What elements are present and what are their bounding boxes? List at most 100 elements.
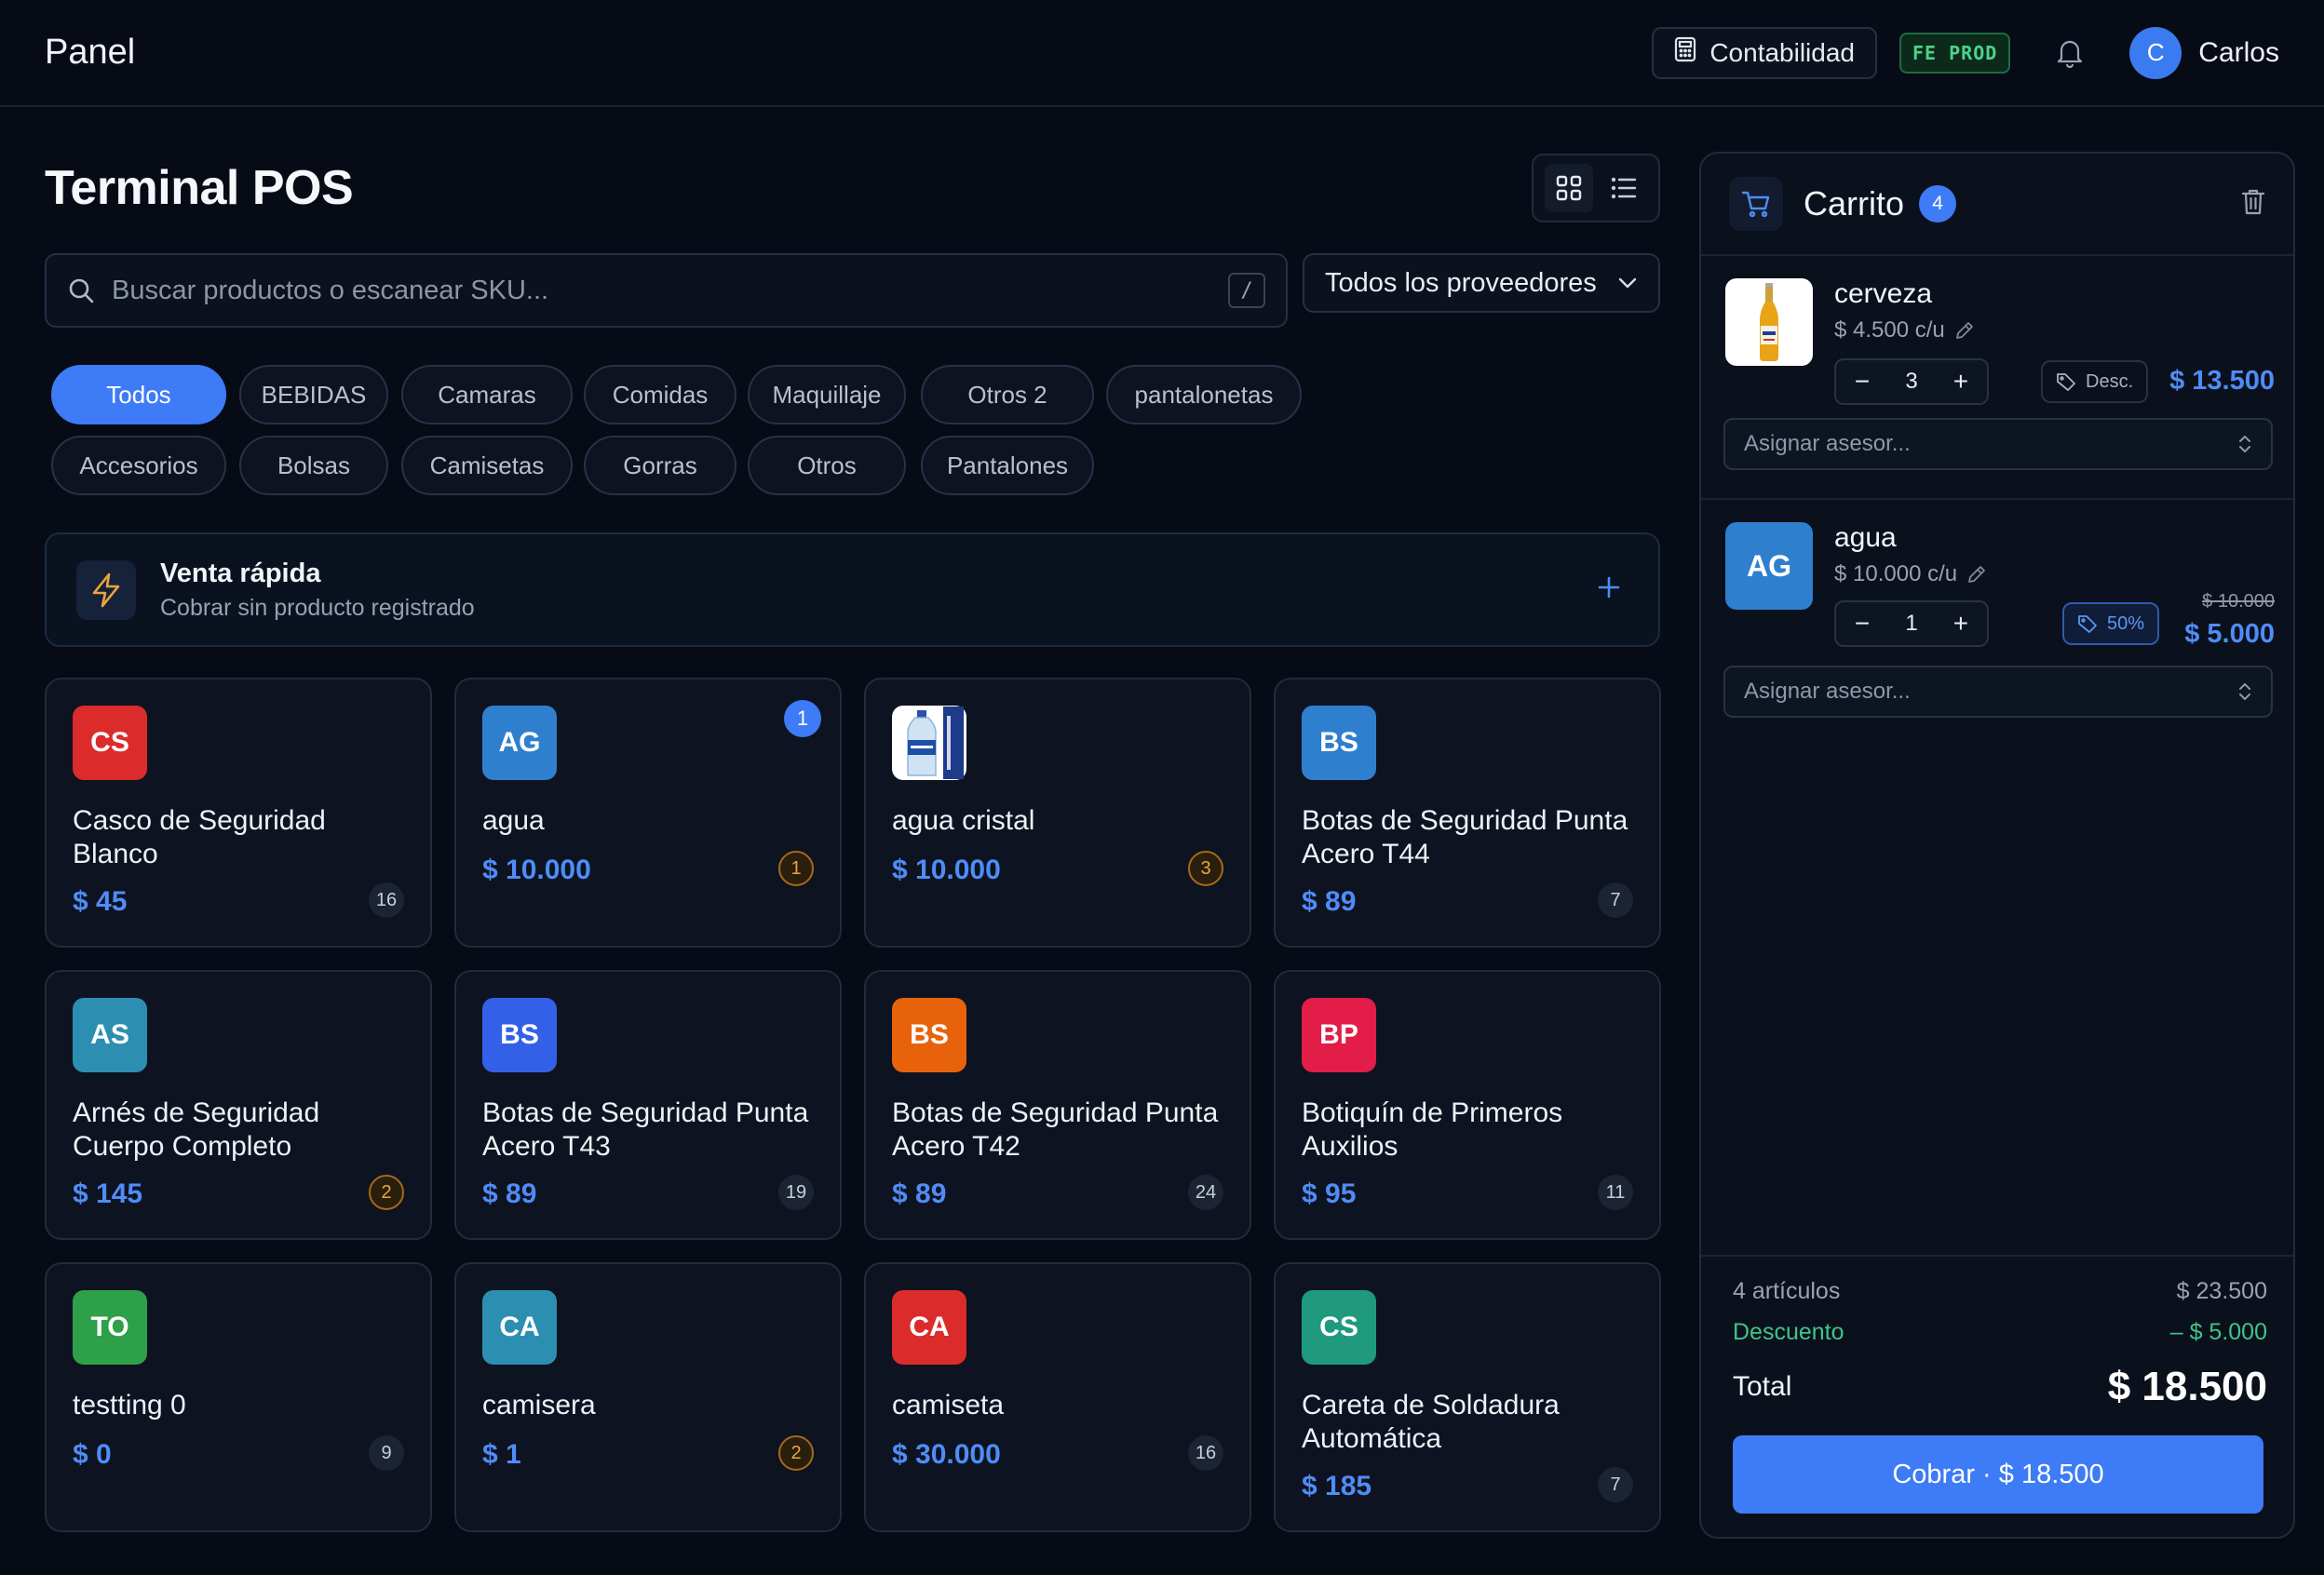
- cart-item-unit-price-text: $ 4.500 c/u: [1834, 317, 1945, 343]
- trash-icon[interactable]: [2241, 188, 2265, 221]
- total-label: Total: [1733, 1371, 1792, 1402]
- edit-price-icon[interactable]: [1954, 320, 1975, 341]
- product-name: Casco de Seguridad Blanco: [73, 805, 326, 869]
- grid-view-button[interactable]: [1544, 164, 1593, 212]
- category-chip-camisetas[interactable]: Camisetas: [401, 436, 573, 495]
- product-card[interactable]: agua cristal $ 10.000 3: [864, 678, 1251, 948]
- stock-badge: 11: [1598, 1175, 1633, 1210]
- product-card[interactable]: TO testting 0 $ 0 9: [45, 1262, 432, 1532]
- product-name: Careta de Soldadura Automática: [1302, 1390, 1560, 1454]
- product-avatar: BS: [1302, 706, 1376, 780]
- product-avatar: AS: [73, 998, 147, 1072]
- category-chip-accesorios[interactable]: Accesorios: [51, 436, 226, 495]
- product-avatar: BS: [892, 998, 966, 1072]
- advisor-select[interactable]: Asignar asesor...: [1723, 418, 2273, 470]
- product-avatar: CS: [73, 706, 147, 780]
- category-chip-otros[interactable]: Otros: [748, 436, 906, 495]
- decrement-button[interactable]: −: [1849, 609, 1875, 639]
- top-bar: Panel Contabilidad FE PROD C Carlos: [0, 0, 2324, 107]
- cart-item-unit-price: $ 4.500 c/u: [1834, 317, 1975, 343]
- pay-button[interactable]: Cobrar · $ 18.500: [1733, 1435, 2263, 1514]
- product-card[interactable]: BS Botas de Seguridad Punta Acero T42 $ 89…: [864, 970, 1251, 1240]
- cart-item-total: $ 13.500: [2169, 366, 2275, 396]
- product-card[interactable]: CS Casco de Seguridad Blanco $ 45 16: [45, 678, 432, 948]
- edit-price-icon[interactable]: [1966, 564, 1987, 585]
- increment-button[interactable]: +: [1948, 367, 1974, 397]
- product-name: agua: [482, 805, 545, 836]
- discount-row: Descuento – $ 5.000: [1733, 1319, 2267, 1346]
- category-chip-todos[interactable]: Todos: [51, 365, 226, 424]
- category-chip-pantalonetas[interactable]: pantalonetas: [1106, 365, 1302, 424]
- product-name: Botas de Seguridad Punta Acero T42: [892, 1097, 1219, 1162]
- product-card[interactable]: AG 1 agua $ 10.000 1: [454, 678, 842, 948]
- user-menu[interactable]: C Carlos: [2129, 26, 2279, 79]
- subtotal-value: $ 23.500: [2176, 1278, 2267, 1304]
- search-input[interactable]: [112, 275, 1228, 306]
- category-chip-pantalones[interactable]: Pantalones: [921, 436, 1094, 495]
- product-price: $ 45: [73, 886, 128, 917]
- category-chip-maquillaje[interactable]: Maquillaje: [748, 365, 906, 424]
- category-chip-otros-2[interactable]: Otros 2: [921, 365, 1094, 424]
- product-card[interactable]: AS Arnés de Seguridad Cuerpo Completo $ 14…: [45, 970, 432, 1240]
- product-avatar: CA: [892, 1290, 966, 1365]
- product-price: $ 89: [1302, 886, 1357, 917]
- discount-button[interactable]: Desc.: [2041, 360, 2149, 403]
- total-value: $ 18.500: [2107, 1364, 2267, 1409]
- product-initials: CS: [1319, 1312, 1358, 1342]
- product-card[interactable]: CA camiseta $ 30.000 16: [864, 1262, 1251, 1532]
- stock-badge: 16: [1188, 1435, 1223, 1471]
- search-icon: [69, 278, 94, 303]
- chevron-updown-icon: [2239, 683, 2250, 700]
- product-card[interactable]: CS Careta de Soldadura Automática $ 185 7: [1274, 1262, 1661, 1532]
- product-initials: CS: [90, 727, 129, 758]
- product-card[interactable]: CA camisera $ 1 2: [454, 1262, 842, 1532]
- quantity-value: 1: [1905, 611, 1918, 636]
- provider-select[interactable]: Todos los proveedores: [1303, 253, 1660, 313]
- product-price: $ 1: [482, 1439, 521, 1470]
- cart-item-name: agua: [1834, 522, 1897, 553]
- category-chip-bebidas[interactable]: BEBIDAS: [239, 365, 388, 424]
- user-name: Carlos: [2198, 36, 2279, 68]
- cart-header: Carrito 4: [1701, 154, 2293, 256]
- product-name: camisera: [482, 1390, 596, 1420]
- category-chip-bolsas[interactable]: Bolsas: [239, 436, 388, 495]
- category-chip-comidas[interactable]: Comidas: [584, 365, 736, 424]
- product-price: $ 10.000: [892, 855, 1001, 885]
- product-price: $ 185: [1302, 1471, 1372, 1501]
- quantity-stepper: − 1 +: [1834, 600, 1989, 647]
- stock-badge: 24: [1188, 1175, 1223, 1210]
- stock-badge: 2: [369, 1175, 404, 1210]
- accounting-button[interactable]: Contabilidad: [1652, 26, 1877, 79]
- product-card[interactable]: BS Botas de Seguridad Punta Acero T43 $ 89…: [454, 970, 842, 1240]
- notifications-bell-icon[interactable]: [2044, 27, 2096, 79]
- category-chip-gorras[interactable]: Gorras: [584, 436, 736, 495]
- product-avatar: CA: [482, 1290, 557, 1365]
- product-initials: AG: [1747, 548, 1791, 583]
- product-price: $ 95: [1302, 1178, 1357, 1209]
- list-icon: [1611, 177, 1636, 199]
- items-count-label: 4 artículos: [1733, 1278, 1841, 1304]
- product-price: $ 30.000: [892, 1439, 1001, 1470]
- product-avatar: TO: [73, 1290, 147, 1365]
- increment-button[interactable]: +: [1948, 609, 1974, 639]
- water-bottle-image: [892, 706, 966, 780]
- quick-sale-bar[interactable]: Venta rápida Cobrar sin producto registr…: [45, 532, 1660, 647]
- product-card[interactable]: BS Botas de Seguridad Punta Acero T44 $ 89…: [1274, 678, 1661, 948]
- product-initials: CA: [499, 1312, 540, 1342]
- plus-icon[interactable]: [1597, 575, 1621, 604]
- stock-badge: 19: [778, 1175, 814, 1210]
- stock-badge: 1: [778, 851, 814, 886]
- product-card[interactable]: BP Botiquín de Primeros Auxilios $ 95 11: [1274, 970, 1661, 1240]
- calculator-icon: [1674, 36, 1696, 69]
- product-name: Botiquín de Primeros Auxilios: [1302, 1097, 1563, 1162]
- product-name: Arnés de Seguridad Cuerpo Completo: [73, 1097, 320, 1162]
- advisor-select[interactable]: Asignar asesor...: [1723, 666, 2273, 718]
- decrement-button[interactable]: −: [1849, 367, 1875, 397]
- cart-item-name: cerveza: [1834, 278, 1933, 309]
- product-initials: BS: [910, 1019, 949, 1050]
- discount-button[interactable]: 50%: [2062, 602, 2160, 645]
- brand-title: Panel: [45, 33, 136, 72]
- category-chip-camaras[interactable]: Camaras: [401, 365, 573, 424]
- product-price: $ 10.000: [482, 855, 591, 885]
- list-view-button[interactable]: [1600, 164, 1648, 212]
